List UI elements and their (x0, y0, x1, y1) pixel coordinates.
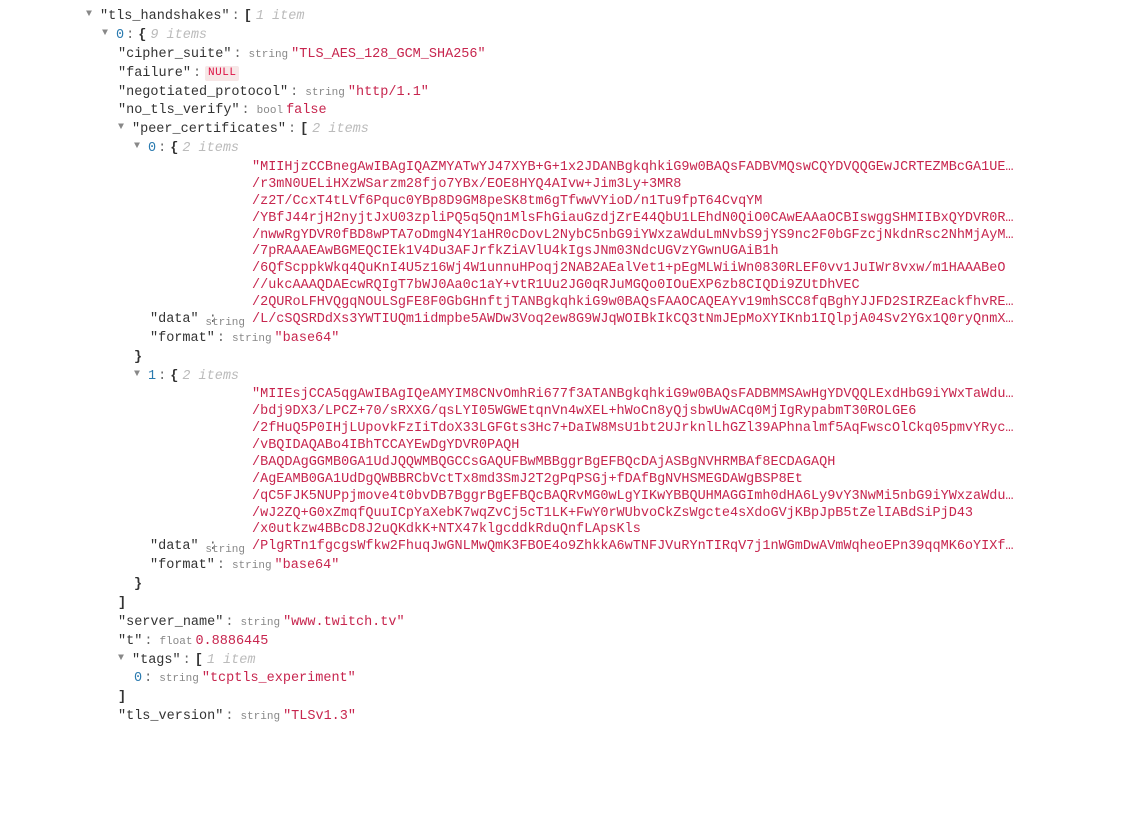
key: no_tls_verify (118, 103, 240, 120)
array-index: 0 (148, 141, 156, 158)
string-value: www.twitch.tv (283, 615, 405, 632)
type-label: bool (257, 105, 283, 119)
type-label: string (249, 49, 289, 63)
item-count: 9 items (150, 28, 207, 45)
key: tags (132, 653, 181, 670)
key: format (150, 558, 215, 575)
type-label: string (205, 544, 245, 558)
close-brace: } (0, 576, 1147, 595)
string-value: http/1.1 (348, 85, 429, 102)
cert-0-data-lines: "MIIHjzCCBnegAwIBAgIQAZMYATwYJ47XYB+G+1x… (252, 160, 1014, 329)
node-no-tls-verify[interactable]: no_tls_verify : bool false (0, 102, 1147, 121)
type-label: string (232, 560, 272, 574)
array-index: 1 (148, 369, 156, 386)
toggle-icon[interactable]: ▼ (118, 653, 130, 666)
type-label: float (159, 636, 192, 650)
type-label: string (205, 317, 245, 331)
key: t (118, 634, 142, 651)
toggle-icon[interactable]: ▼ (118, 122, 130, 135)
bool-value: false (286, 103, 327, 120)
type-label: string (240, 617, 280, 631)
node-cert-0-data[interactable]: data : string "MIIHjzCCBnegAwIBAgIQAZMYA… (0, 159, 1147, 330)
key: cipher_suite (118, 47, 231, 64)
close-brace: } (0, 349, 1147, 368)
string-value: base64 (275, 331, 340, 348)
key: negotiated_protocol (118, 85, 288, 102)
string-value: TLS_AES_128_GCM_SHA256 (291, 47, 485, 64)
type-label: string (305, 87, 345, 101)
type-label: string (240, 711, 280, 725)
item-count: 2 items (182, 141, 239, 158)
node-cert-0-format[interactable]: format : string base64 (0, 330, 1147, 349)
close-bracket: ] (0, 595, 1147, 614)
key: server_name (118, 615, 223, 632)
node-cert-1-format[interactable]: format : string base64 (0, 557, 1147, 576)
array-index: 0 (116, 28, 124, 45)
key: failure (118, 66, 191, 83)
node-tags[interactable]: ▼ tags : [ 1 item (0, 652, 1147, 671)
array-index: 0 (134, 671, 142, 688)
item-count: 1 item (256, 9, 305, 26)
number-value: 0.8886445 (195, 634, 268, 651)
item-count: 2 items (182, 369, 239, 386)
node-cert-1-data[interactable]: data : string "MIIEsjCCA5qgAwIBAgIQeAMYI… (0, 386, 1147, 557)
key: tls_handshakes (100, 9, 230, 26)
node-array-0[interactable]: ▼ 0 : { 9 items (0, 27, 1147, 46)
toggle-icon[interactable]: ▼ (102, 28, 114, 41)
node-tls-version[interactable]: tls_version : string TLSv1.3 (0, 708, 1147, 727)
string-value: tcptls_experiment (202, 671, 356, 688)
type-label: string (232, 333, 272, 347)
key: tls_version (118, 709, 223, 726)
toggle-icon[interactable]: ▼ (86, 9, 98, 22)
node-tls-handshakes[interactable]: ▼ tls_handshakes : [ 1 item (0, 8, 1147, 27)
key: peer_certificates (132, 122, 286, 139)
cert-1-data-lines: "MIIEsjCCA5qgAwIBAgIQeAMYIM8CNvOmhRi677f… (252, 387, 1014, 556)
node-failure[interactable]: failure : NULL (0, 65, 1147, 84)
key: data (150, 539, 199, 554)
node-server-name[interactable]: server_name : string www.twitch.tv (0, 614, 1147, 633)
key: format (150, 331, 215, 348)
node-peer-certificates[interactable]: ▼ peer_certificates : [ 2 items (0, 121, 1147, 140)
toggle-icon[interactable]: ▼ (134, 141, 146, 154)
node-cipher-suite[interactable]: cipher_suite : string TLS_AES_128_GCM_SH… (0, 46, 1147, 65)
node-negotiated-protocol[interactable]: negotiated_protocol : string http/1.1 (0, 84, 1147, 103)
node-t[interactable]: t : float 0.8886445 (0, 633, 1147, 652)
key: data (150, 312, 199, 327)
node-tags-0[interactable]: 0 : string tcptls_experiment (0, 670, 1147, 689)
close-bracket: ] (0, 689, 1147, 708)
node-cert-1[interactable]: ▼ 1 : { 2 items (0, 368, 1147, 387)
item-count: 1 item (207, 653, 256, 670)
null-value: NULL (205, 66, 239, 82)
string-value: base64 (275, 558, 340, 575)
string-value: TLSv1.3 (283, 709, 356, 726)
toggle-icon[interactable]: ▼ (134, 369, 146, 382)
type-label: string (159, 673, 199, 687)
item-count: 2 items (312, 122, 369, 139)
node-cert-0[interactable]: ▼ 0 : { 2 items (0, 140, 1147, 159)
